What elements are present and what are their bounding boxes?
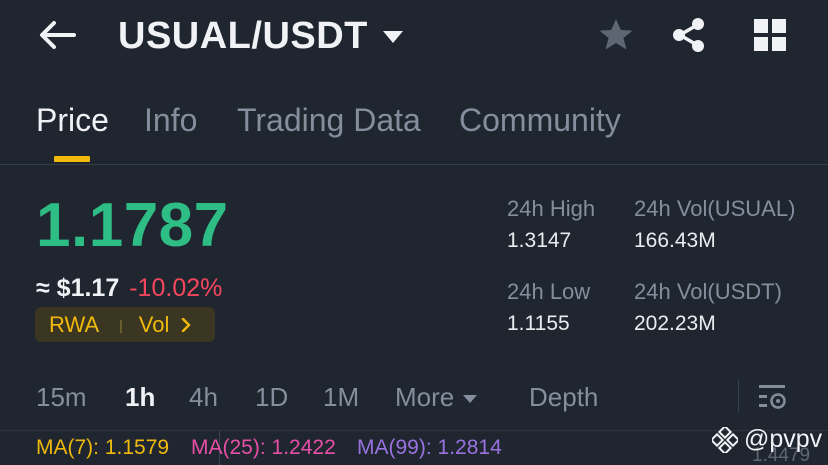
apps-grid-button[interactable] (750, 15, 790, 55)
stat-24h-vol-base-label: 24h Vol(USUAL) (634, 196, 796, 221)
caret-down-icon (463, 395, 478, 404)
interval-more-label: More (395, 382, 455, 412)
moving-average-row: MA(7): 1.1579 MA(25): 1.2422 MA(99): 1.2… (0, 430, 828, 465)
chart-settings-button[interactable] (755, 379, 791, 415)
header: USUAL/USDT (0, 0, 828, 75)
tab-price[interactable]: Price (36, 102, 109, 139)
caret-down-icon (382, 31, 403, 43)
share-icon (673, 18, 704, 52)
favorite-button[interactable] (596, 15, 636, 55)
tab-trading-data[interactable]: Trading Data (237, 102, 421, 139)
binance-logo-icon (712, 426, 738, 453)
ma25-value: MA(25): 1.2422 (191, 436, 336, 459)
chevron-right-icon (181, 317, 191, 332)
stat-24h-low-label: 24h Low (507, 279, 591, 304)
ma7-value: MA(7): 1.1579 (36, 436, 170, 459)
tag-separator: | (119, 316, 123, 333)
back-button[interactable] (34, 14, 80, 56)
token-tags[interactable]: RWA | Vol (35, 307, 215, 342)
stat-24h-vol-quote-value: 202.23M (634, 312, 716, 335)
stat-24h-vol-quote-label: 24h Vol(USDT) (634, 279, 782, 304)
watermark: @pvpv (712, 425, 822, 454)
fiat-price-row: ≈ $1.17 -10.02% (36, 274, 222, 303)
interval-selector: 15m 1h 4h 1D 1M More Depth (0, 372, 828, 426)
stat-24h-high-label: 24h High (507, 196, 596, 221)
pair-title: USUAL/USDT (118, 14, 368, 57)
interval-1m[interactable]: 1M (323, 382, 359, 413)
stat-24h-high-value: 1.3147 (507, 229, 572, 252)
tag-vol: Vol (138, 311, 170, 337)
stat-24h-low-value: 1.1155 (507, 312, 570, 335)
active-tab-indicator (54, 156, 90, 162)
interval-15m[interactable]: 15m (36, 382, 87, 413)
fiat-price: ≈ $1.17 (36, 274, 120, 302)
grid-icon (754, 19, 786, 51)
depth-tab[interactable]: Depth (529, 382, 598, 413)
price-change-percent: -10.02% (129, 274, 223, 302)
stat-24h-vol-base-value: 166.43M (634, 229, 716, 252)
chart-settings-icon (759, 385, 786, 409)
section-tabs: Price Info Trading Data Community (0, 96, 828, 165)
tab-info[interactable]: Info (144, 102, 197, 139)
watermark-handle: @pvpv (744, 425, 823, 453)
interval-1d[interactable]: 1D (255, 382, 288, 413)
interval-4h[interactable]: 4h (189, 382, 218, 413)
share-button[interactable] (669, 15, 709, 55)
star-icon (599, 19, 633, 50)
interval-more-dropdown[interactable]: More (395, 382, 478, 413)
trading-pair-screen: USUAL/USDT Price Info Trading Data Commu… (0, 0, 828, 465)
back-arrow-icon (40, 21, 76, 49)
pair-selector[interactable]: USUAL/USDT (118, 14, 404, 58)
interval-1h[interactable]: 1h (125, 382, 155, 413)
ma99-value: MA(99): 1.2814 (357, 436, 502, 459)
last-price: 1.1787 (36, 191, 229, 260)
tag-rwa: RWA (49, 311, 100, 337)
interval-divider (738, 380, 739, 412)
tab-community[interactable]: Community (459, 102, 621, 139)
